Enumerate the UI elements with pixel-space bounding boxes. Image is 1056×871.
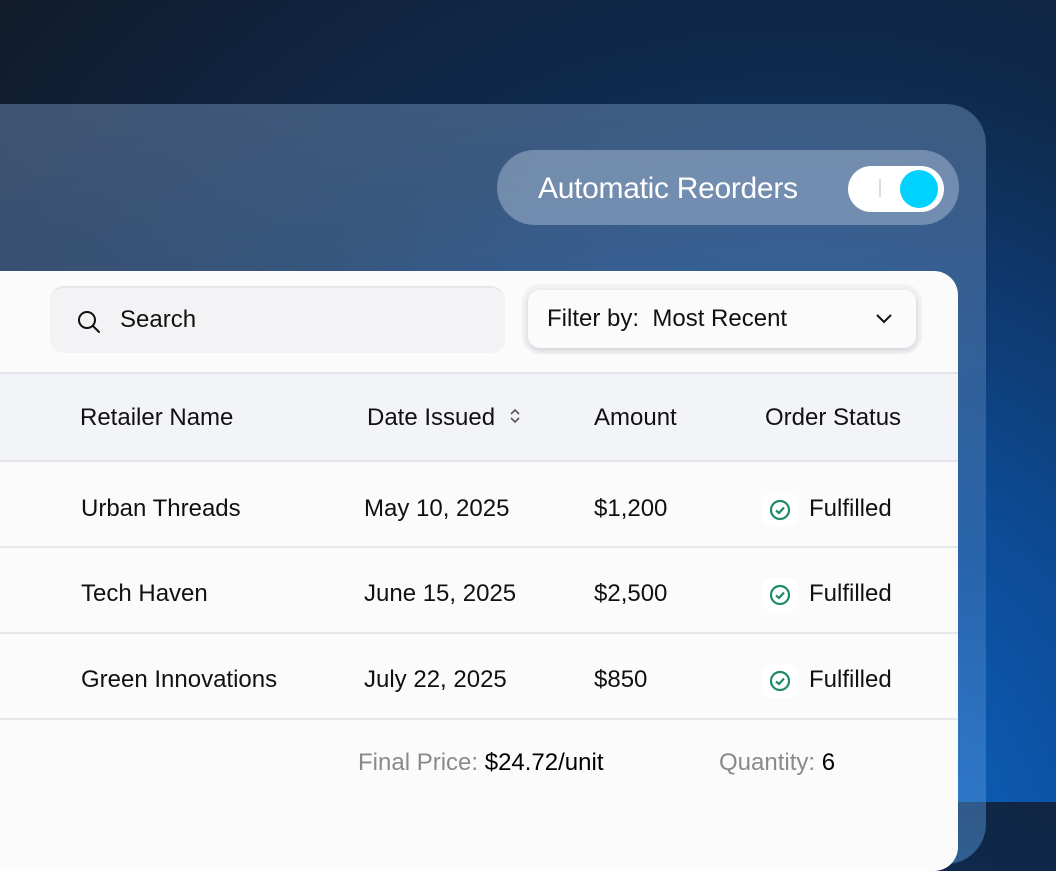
date-issued: July 22, 2025: [364, 666, 507, 693]
table-header: Retailer Name Date Issued Amount Order S…: [0, 372, 958, 462]
automatic-reorders-toggle-group: Automatic Reorders: [497, 150, 959, 225]
filter-label: Filter by:: [547, 305, 640, 332]
column-date-label: Date Issued: [367, 404, 496, 431]
toggle-label: Automatic Reorders: [538, 172, 798, 205]
column-amount[interactable]: Amount: [594, 404, 677, 432]
quantity: Quantity: 6: [719, 749, 835, 777]
search-input[interactable]: Search: [50, 286, 505, 353]
amount: $850: [594, 666, 648, 693]
table-row[interactable]: Green Innovations July 22, 2025 $850 Ful…: [0, 634, 958, 720]
filter-dropdown[interactable]: Filter by: Most Recent: [528, 290, 916, 348]
chevron-down-icon: [876, 314, 892, 324]
switch-on-indicator: [879, 179, 881, 197]
table-row[interactable]: Urban Threads May 10, 2025 $1,200 Fulfil…: [0, 462, 958, 548]
column-date-issued[interactable]: Date Issued: [367, 404, 522, 432]
sort-icon[interactable]: [508, 407, 522, 425]
retailer-name: Tech Haven: [81, 580, 208, 607]
search-placeholder: Search: [120, 306, 197, 333]
final-price: Final Price: $24.72/unit: [358, 749, 604, 777]
check-circle-icon: [763, 578, 797, 612]
retailer-name: Urban Threads: [81, 495, 241, 522]
switch-knob: [900, 170, 938, 208]
search-icon: [78, 311, 100, 333]
order-status: Fulfilled: [809, 495, 892, 522]
check-circle-icon: [763, 493, 797, 527]
table-row[interactable]: Tech Haven June 15, 2025 $2,500 Fulfille…: [0, 548, 958, 634]
column-retailer-name[interactable]: Retailer Name: [80, 404, 233, 432]
filter-value: Most Recent: [652, 305, 788, 332]
orders-card: Search Filter by: Most Recent Retailer N…: [0, 271, 958, 871]
quantity-label: Quantity:: [719, 749, 816, 776]
quantity-value: 6: [821, 749, 836, 776]
check-circle-icon: [763, 664, 797, 698]
order-status: Fulfilled: [809, 580, 892, 607]
final-price-label: Final Price:: [358, 749, 479, 776]
order-status: Fulfilled: [809, 666, 892, 693]
date-issued: May 10, 2025: [364, 495, 510, 522]
automatic-reorders-switch[interactable]: [848, 166, 944, 212]
date-issued: June 15, 2025: [364, 580, 517, 607]
final-price-value: $24.72/unit: [484, 749, 604, 776]
column-order-status[interactable]: Order Status: [765, 404, 901, 432]
retailer-name: Green Innovations: [81, 666, 278, 693]
amount: $2,500: [594, 580, 668, 607]
amount: $1,200: [594, 495, 668, 522]
